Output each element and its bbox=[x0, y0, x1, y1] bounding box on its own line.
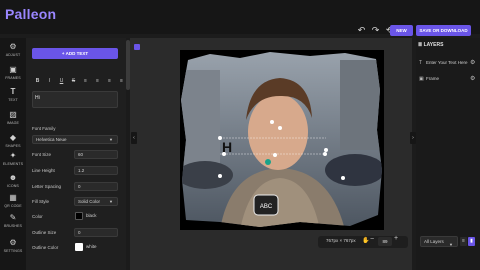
font-family-select[interactable]: Helvetica Neue ▼ bbox=[32, 135, 118, 144]
layer-item-frame[interactable]: Frame bbox=[418, 74, 476, 84]
canvas-photo[interactable]: H ABC bbox=[180, 50, 384, 230]
tool-rail: ⚙ ADJUST ▣ FRAMES T TEXT ▨ IMAGE ◆ SHAPES ✦ EL… bbox=[0, 38, 26, 270]
line-height-input[interactable]: 1.2 bbox=[74, 166, 118, 175]
rail-item-frames[interactable]: ▣ FRAMES bbox=[0, 65, 26, 80]
layer-item-text[interactable]: Enter Your Text Here bbox=[418, 58, 476, 68]
letter-spacing-input[interactable]: 0 bbox=[74, 182, 118, 191]
layer-settings-icon[interactable]: ⚙ bbox=[470, 59, 475, 66]
align-right-icon[interactable]: ≡ bbox=[106, 78, 113, 85]
frame-layer-icon: ▣ bbox=[419, 76, 424, 82]
text-icon: T bbox=[10, 87, 16, 96]
zoom-out-button[interactable]: − bbox=[370, 236, 374, 243]
rail-item-text[interactable]: T TEXT bbox=[0, 87, 26, 102]
align-justify-icon[interactable]: ≡ bbox=[118, 78, 125, 85]
rail-label-text: TEXT bbox=[8, 98, 18, 102]
font-family-value: Helvetica Neue bbox=[36, 137, 67, 142]
top-bar: Palleon ↶ ↷ ⟲ NEW SAVE OR DOWNLOAD bbox=[0, 0, 480, 36]
text-content-field[interactable]: Hi bbox=[32, 91, 118, 108]
zoom-value-input[interactable]: 89 bbox=[378, 237, 392, 246]
rail-label-image: IMAGE bbox=[6, 121, 20, 125]
chevron-down-icon: ▼ bbox=[449, 242, 453, 247]
align-center-icon[interactable]: ≡ bbox=[94, 78, 101, 85]
outline-color-swatch[interactable] bbox=[75, 243, 83, 251]
adjust-icon: ⚙ bbox=[9, 42, 17, 51]
layer-item-frame-label: Frame bbox=[426, 76, 440, 81]
icons-icon: ☻ bbox=[8, 173, 18, 182]
canvas-corner-icon[interactable] bbox=[134, 44, 140, 50]
layer-filter-select[interactable]: All Layers ▼ bbox=[420, 236, 458, 247]
layer-item-text-label: Enter Your Text Here bbox=[426, 60, 468, 65]
redo-icon[interactable]: ↷ bbox=[370, 25, 381, 36]
rail-item-image[interactable]: ▨ IMAGE bbox=[0, 110, 26, 125]
strikethrough-icon[interactable]: S bbox=[70, 78, 77, 85]
rail-label-elements: ELEMENTS bbox=[2, 162, 24, 166]
rail-item-shapes[interactable]: ◆ SHAPES bbox=[0, 133, 26, 148]
fill-style-label: Fill Style bbox=[32, 199, 50, 204]
rail-item-elements[interactable]: ✦ ELEMENTS bbox=[0, 151, 26, 166]
outline-color-value: white bbox=[86, 244, 97, 249]
rail-item-adjust[interactable]: ⚙ ADJUST bbox=[0, 42, 26, 57]
rail-label-qr-code: QR CODE bbox=[4, 204, 22, 208]
hand-tool-icon[interactable]: ✋ bbox=[362, 237, 369, 244]
image-icon: ▨ bbox=[9, 110, 17, 119]
elements-icon: ✦ bbox=[9, 151, 17, 160]
chevron-down-icon: ▼ bbox=[109, 199, 113, 204]
canvas-size-label: 767px × 767px bbox=[326, 238, 356, 243]
rail-item-icons[interactable]: ☻ ICONS bbox=[0, 173, 26, 188]
save-button-label: SAVE OR DOWNLOAD bbox=[419, 28, 468, 33]
layer-menu-button[interactable]: ≡ bbox=[460, 237, 467, 246]
zoom-in-button[interactable]: + bbox=[394, 235, 398, 242]
fill-style-value: Solid Color bbox=[78, 199, 101, 204]
layer-settings-icon[interactable]: ⚙ bbox=[470, 75, 475, 82]
color-value: black bbox=[86, 213, 97, 218]
rail-item-settings[interactable]: ⚙ SETTINGS bbox=[0, 238, 26, 253]
bold-icon[interactable]: B bbox=[34, 78, 41, 85]
add-text-button[interactable]: + ADD TEXT bbox=[32, 48, 118, 59]
layers-title: ≣ LAYERS bbox=[418, 42, 443, 48]
save-download-button[interactable]: SAVE OR DOWNLOAD bbox=[416, 25, 471, 36]
new-button[interactable]: NEW bbox=[390, 25, 413, 36]
undo-icon[interactable]: ↶ bbox=[356, 25, 367, 36]
rail-label-shapes: SHAPES bbox=[5, 144, 21, 148]
delete-layer-button[interactable]: ▮ bbox=[468, 237, 475, 246]
app-logo: Palleon bbox=[5, 6, 57, 22]
canvas-text-layer: H bbox=[222, 139, 232, 155]
line-height-label: Line Height bbox=[32, 168, 55, 173]
rail-label-icons: ICONS bbox=[7, 184, 19, 188]
brushes-icon: ✎ bbox=[9, 213, 17, 222]
letter-spacing-label: Letter Spacing bbox=[32, 184, 62, 189]
font-family-label: Font Family bbox=[32, 126, 56, 131]
rail-label-frames: FRAMES bbox=[5, 76, 21, 80]
collapse-left-panel-button[interactable]: ‹ bbox=[131, 132, 137, 144]
frames-icon: ▣ bbox=[9, 65, 17, 74]
font-size-label: Font Size bbox=[32, 152, 52, 157]
chevron-down-icon: ▼ bbox=[109, 137, 113, 142]
underline-icon[interactable]: U bbox=[58, 78, 65, 85]
fill-style-select[interactable]: Solid Color ▼ bbox=[74, 197, 118, 206]
text-layer-icon: T bbox=[419, 60, 423, 66]
text-format-toolbar: B I U S ≡ ≡ ≡ ≡ bbox=[34, 78, 125, 85]
outline-color-label: Outline Color bbox=[32, 245, 59, 250]
canvas-badge-text: ABC bbox=[260, 204, 273, 210]
shapes-icon: ◆ bbox=[9, 133, 17, 142]
align-left-icon[interactable]: ≡ bbox=[82, 78, 89, 85]
rail-label-brushes: BRUSHES bbox=[3, 224, 23, 228]
rail-label-adjust: ADJUST bbox=[5, 53, 21, 57]
outline-size-input[interactable]: 0 bbox=[74, 228, 118, 237]
layers-title-text: LAYERS bbox=[423, 42, 444, 48]
outline-size-label: Outline Size bbox=[32, 230, 57, 235]
settings-icon: ⚙ bbox=[9, 238, 17, 247]
rail-item-qr-code[interactable]: ▦ QR CODE bbox=[0, 193, 26, 208]
new-button-label: NEW bbox=[396, 28, 407, 33]
text-settings-panel: + ADD TEXT B I U S ≡ ≡ ≡ ≡ Hi Font Famil… bbox=[26, 38, 126, 270]
color-label: Color bbox=[32, 214, 43, 219]
rail-item-brushes[interactable]: ✎ BRUSHES bbox=[0, 213, 26, 228]
qr-code-icon: ▦ bbox=[9, 193, 17, 202]
color-swatch[interactable] bbox=[75, 212, 83, 220]
font-size-input[interactable]: 60 bbox=[74, 150, 118, 159]
layer-filter-value: All Layers bbox=[424, 239, 444, 244]
italic-icon[interactable]: I bbox=[46, 78, 53, 85]
add-text-label: ADD TEXT bbox=[65, 51, 89, 56]
rail-label-settings: SETTINGS bbox=[3, 249, 23, 253]
